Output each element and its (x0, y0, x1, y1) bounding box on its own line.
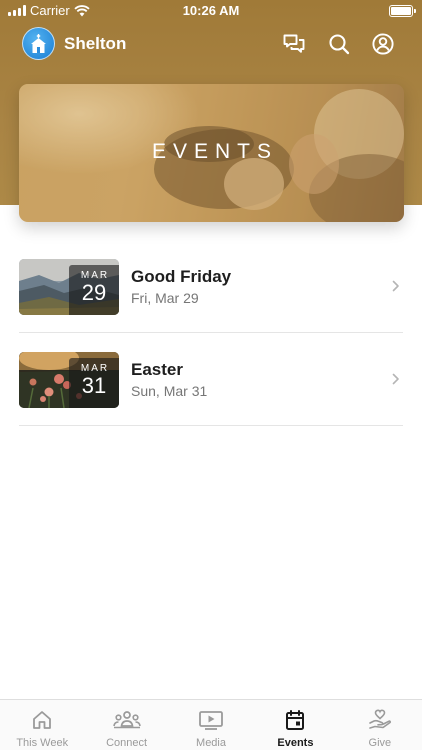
event-date: Fri, Mar 29 (131, 290, 199, 306)
chat-icon[interactable] (282, 32, 306, 56)
church-name[interactable]: Shelton (64, 34, 126, 54)
status-bar: Carrier 10:26 AM (0, 0, 422, 22)
search-icon[interactable] (327, 32, 351, 56)
banner-title: EVENTS (151, 140, 279, 163)
tab-media[interactable]: Media (169, 700, 253, 750)
church-logo[interactable] (22, 27, 55, 60)
tab-label: This Week (16, 737, 69, 749)
chevron-right-icon (392, 280, 399, 292)
date-badge: MAR 29 (69, 265, 119, 315)
date-day: 29 (81, 280, 107, 305)
calendar-icon (286, 710, 305, 730)
divider (19, 425, 403, 426)
tab-events[interactable]: Events (253, 700, 337, 750)
event-title: Good Friday (131, 267, 232, 286)
tab-give[interactable]: Give (338, 700, 422, 750)
tab-label: Events (277, 737, 314, 749)
event-thumbnail: MAR 29 (19, 259, 119, 315)
tab-bar: This Week Connect Media Events Give (0, 699, 422, 750)
event-item-good-friday[interactable]: MAR 29 Good Friday Fri, Mar 29 (0, 240, 422, 333)
profile-icon[interactable] (371, 32, 395, 56)
event-list: MAR 29 Good Friday Fri, Mar 29 MAR 31 Ea… (0, 240, 422, 426)
play-icon (199, 711, 223, 730)
status-time: 10:26 AM (182, 3, 240, 18)
event-date: Sun, Mar 31 (131, 383, 208, 399)
date-badge: MAR 31 (69, 358, 119, 408)
date-day: 31 (81, 373, 107, 398)
chevron-right-icon (392, 373, 399, 385)
event-item-easter[interactable]: MAR 31 Easter Sun, Mar 31 (0, 333, 422, 426)
home-icon (33, 711, 52, 729)
events-banner: EVENTS (19, 84, 404, 222)
people-icon (112, 711, 141, 729)
tab-connect[interactable]: Connect (84, 700, 168, 750)
tab-label: Media (196, 737, 226, 749)
tab-this-week[interactable]: This Week (0, 700, 84, 750)
app-header: Shelton (0, 25, 422, 63)
church-icon (31, 34, 46, 53)
tab-label: Connect (106, 737, 148, 749)
tab-label: Give (368, 737, 392, 749)
event-title: Easter (131, 360, 183, 379)
battery-icon (389, 5, 416, 17)
event-thumbnail: MAR 31 (19, 352, 119, 408)
hand-heart-icon (369, 709, 391, 729)
